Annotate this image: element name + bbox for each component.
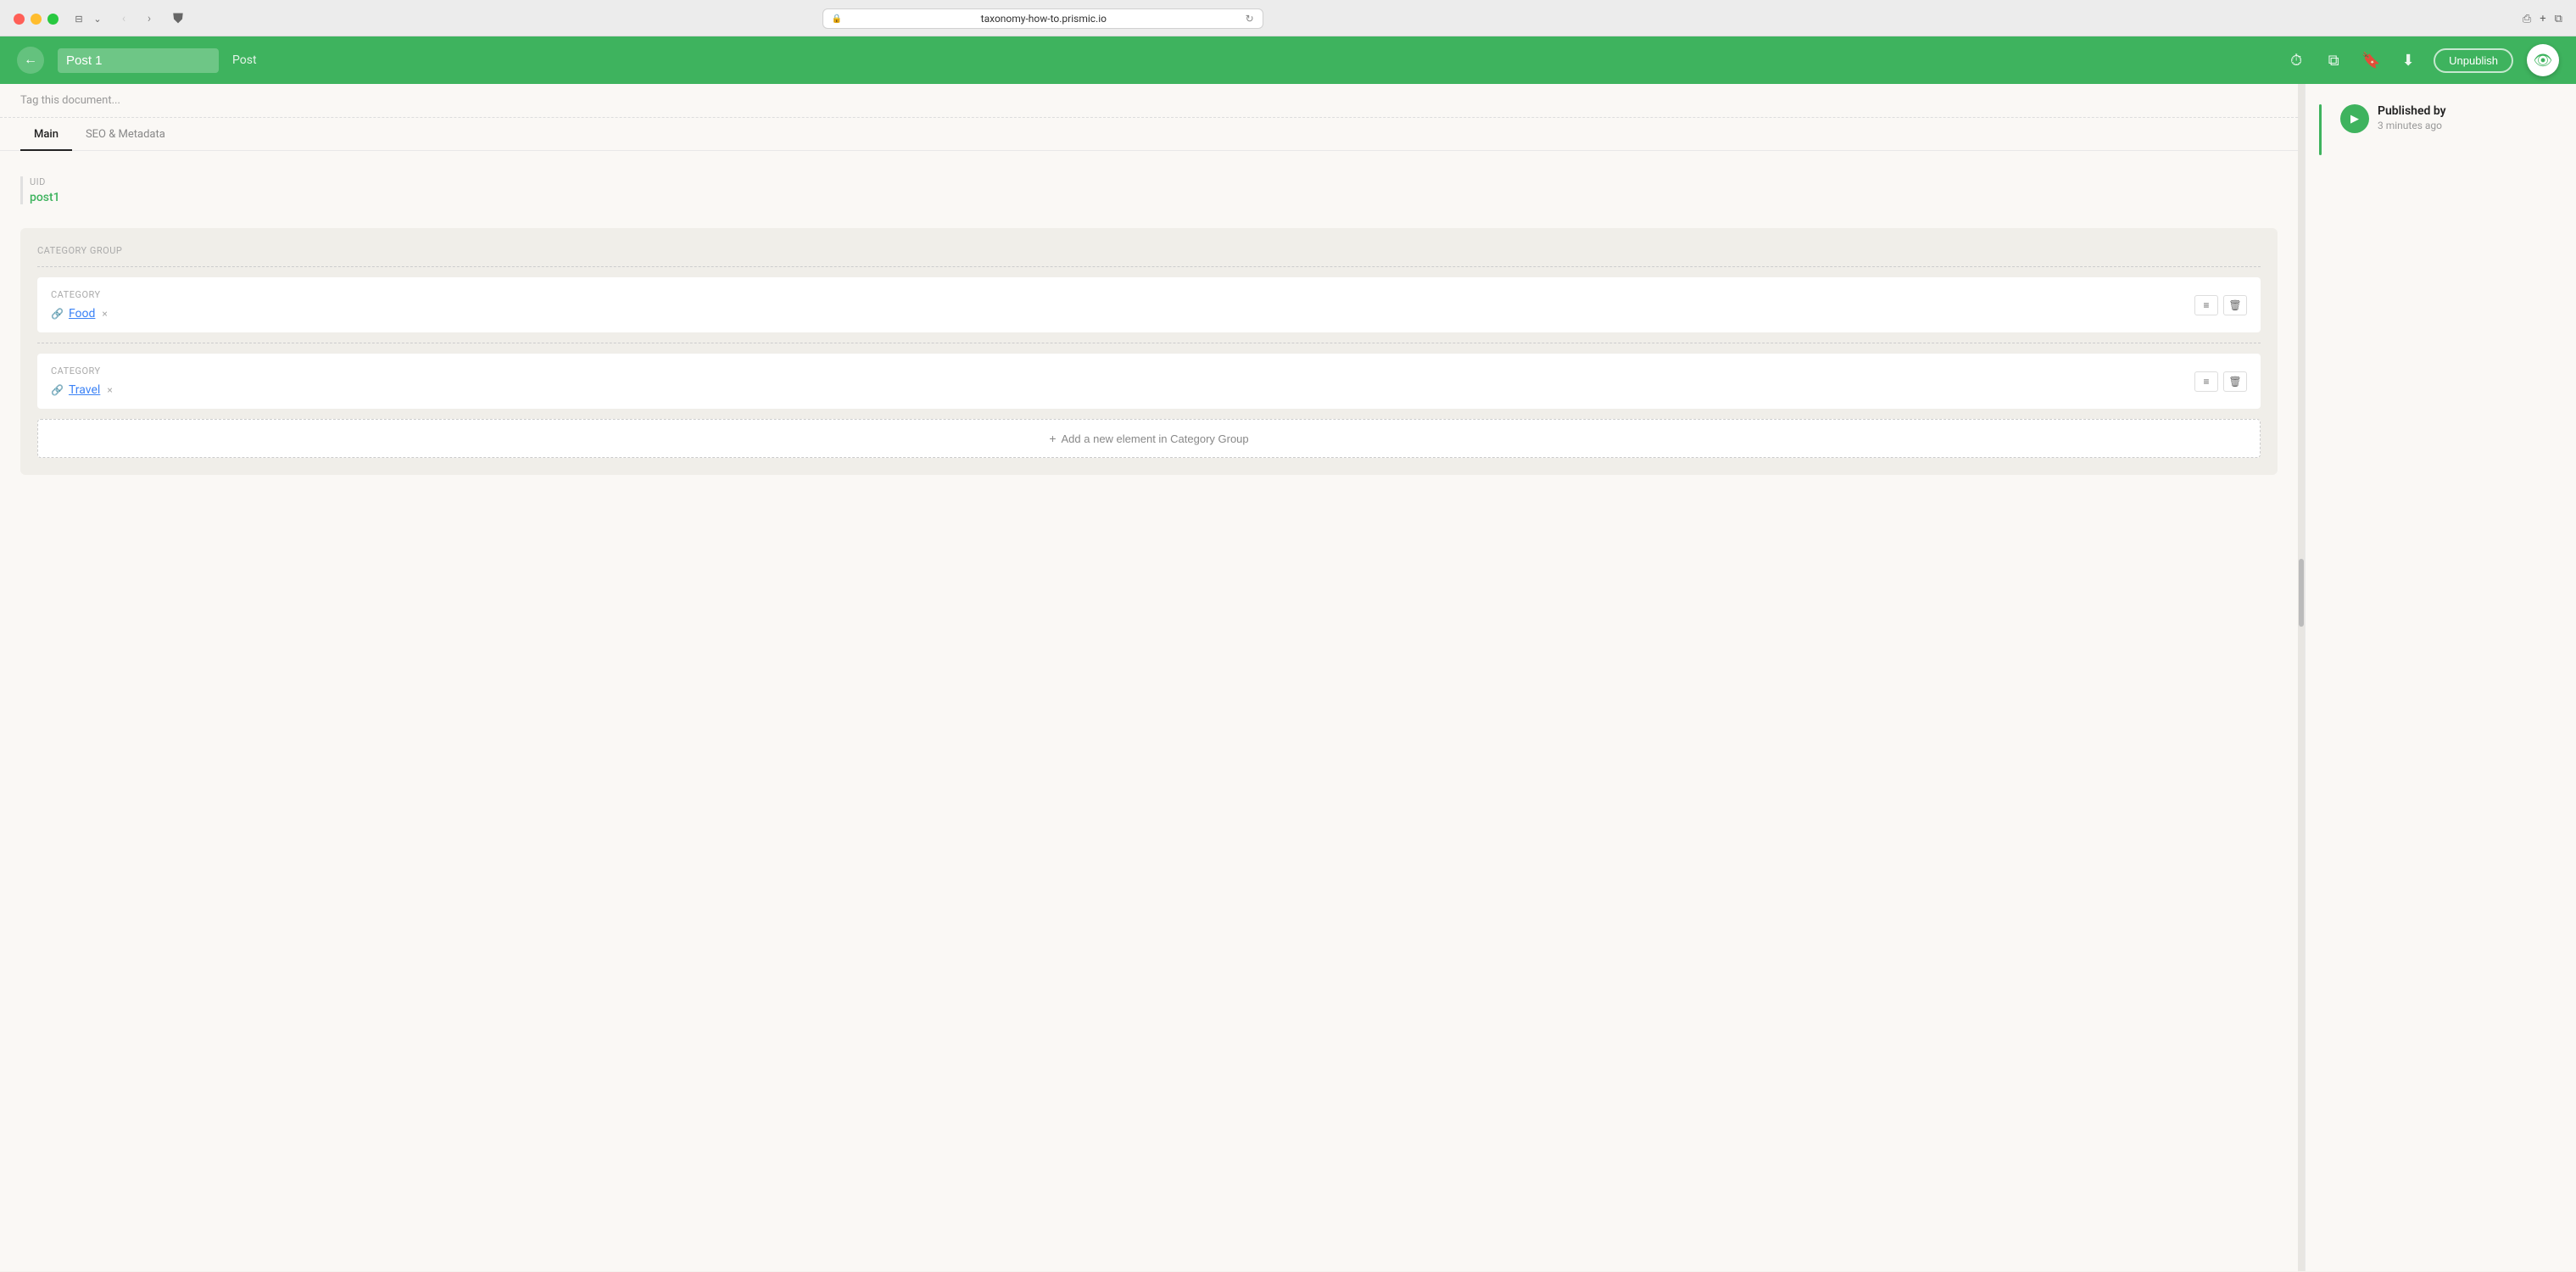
add-element-label: Add a new element in Category Group [1062,432,1249,445]
back-nav-button[interactable]: ‹ [114,9,133,28]
traffic-lights [14,14,59,25]
new-tab-icon[interactable]: + [2540,13,2545,25]
vertical-scrollbar[interactable] [2298,84,2305,1271]
category-group: Category Group Category 🔗 Food × [20,228,2278,475]
lock-icon: 🔒 [832,14,842,24]
browser-nav: ‹ › [114,9,159,28]
minimize-window-button[interactable] [31,14,42,25]
copy-icon: ⧉ [2328,52,2339,70]
drag-handle-button-2[interactable]: ≡ [2194,371,2218,392]
unpublish-button[interactable]: Unpublish [2434,48,2513,73]
forward-nav-button[interactable]: › [140,9,159,28]
reload-icon[interactable]: ↻ [1246,13,1254,25]
tab-seo-metadata[interactable]: SEO & Metadata [72,118,179,151]
category-item: Category 🔗 Food × ≡ [37,277,2261,332]
item-actions: ≡ 🗑 [2194,295,2247,315]
remove-food-button[interactable]: × [102,308,107,320]
drag-handle-button[interactable]: ≡ [2194,295,2218,315]
tag-placeholder: Tag this document... [20,94,120,107]
uid-field: UID post1 [20,176,2278,204]
group-label: Category Group [37,245,2261,256]
uid-label: UID [30,176,2271,187]
tag-bar[interactable]: Tag this document... [0,84,2298,118]
sidebar-toggle-icon[interactable]: ⊟ [72,12,86,25]
unpublish-label: Unpublish [2449,54,2498,67]
shield-icon: ⛊ [169,9,187,28]
published-info: Published by 3 minutes ago [2378,104,2446,131]
header-actions: ⏱ ⧉ 🔖 ⬇ Unpublish 👁 [2284,44,2559,76]
category-item-left-2: Category 🔗 Travel × [51,365,113,397]
tabs-bar: Main SEO & Metadata [0,118,2298,151]
share-icon[interactable]: ⎙ [2523,13,2531,25]
trash-icon: 🗑 [2228,299,2241,311]
content-with-scroll: Tag this document... Main SEO & Metadata… [0,84,2305,1271]
address-bar[interactable]: 🔒 taxonomy-how-to.prismic.io ↻ [822,8,1263,29]
preview-button[interactable]: 👁 [2527,44,2559,76]
bookmark-button[interactable]: 🔖 [2359,48,2383,72]
published-play-button[interactable]: ▶ [2340,104,2369,133]
download-button[interactable]: ⬇ [2396,48,2420,72]
delete-item-button-2[interactable]: 🗑 [2223,371,2247,392]
category-item-header-2: Category 🔗 Travel × ≡ [51,365,2247,397]
published-time: 3 minutes ago [2378,120,2446,131]
published-entry: ▶ Published by 3 minutes ago [2319,101,2562,159]
download-icon: ⬇ [2402,52,2415,70]
chrome-right-buttons: ⎙ + ⧉ [2523,13,2562,25]
history-icon: ⏱ [2290,52,2302,70]
link-icon: 🔗 [51,308,64,320]
remove-travel-button[interactable]: × [107,384,112,396]
sidebar-status-divider [2319,104,2322,155]
right-sidebar: ▶ Published by 3 minutes ago [2305,84,2576,1271]
app-body: Tag this document... Main SEO & Metadata… [0,84,2576,1271]
drag-icon: ≡ [2203,299,2209,311]
play-icon: ▶ [2350,112,2359,126]
link-icon-2: 🔗 [51,384,64,396]
close-window-button[interactable] [14,14,25,25]
category-item-left: Category 🔗 Food × [51,289,108,321]
plus-icon: + [1049,432,1056,445]
back-button[interactable]: ← [17,47,44,74]
back-arrow-icon: ← [24,53,37,68]
fullscreen-window-button[interactable] [47,14,59,25]
url-text: taxonomy-how-to.prismic.io [847,13,1240,25]
category-link-food[interactable]: Food [69,307,95,321]
category-link-travel[interactable]: Travel [69,383,100,397]
content-area: Tag this document... Main SEO & Metadata… [0,84,2298,1271]
add-element-button[interactable]: + Add a new element in Category Group [37,419,2261,458]
scrollbar-thumb[interactable] [2299,559,2304,627]
category-field-label: Category [51,289,108,300]
browser-chrome: ⊟ ⌄ ‹ › ⛊ 🔒 taxonomy-how-to.prismic.io ↻… [0,0,2576,36]
app-header: ← Post ⏱ ⧉ 🔖 ⬇ Unpublish 👁 [0,36,2576,84]
published-by-label: Published by [2378,104,2446,118]
category-value: 🔗 Food × [51,307,108,321]
category-value-2: 🔗 Travel × [51,383,113,397]
history-button[interactable]: ⏱ [2284,48,2308,72]
sidebar-toggle-area: ⊟ ⌄ [72,12,104,25]
tab-main[interactable]: Main [20,118,72,151]
category-item-2: Category 🔗 Travel × ≡ [37,354,2261,409]
bookmark-icon: 🔖 [2361,52,2380,70]
category-field-label-2: Category [51,365,113,377]
content-main: UID post1 Category Group Category 🔗 [0,151,2298,495]
trash-icon-2: 🗑 [2228,376,2241,388]
category-item-header: Category 🔗 Food × ≡ [51,289,2247,321]
doc-title-area: Post [58,48,257,73]
copy-button[interactable]: ⧉ [2322,48,2345,72]
chevron-down-icon[interactable]: ⌄ [91,12,104,25]
doc-title-input[interactable] [58,48,219,73]
drag-icon-2: ≡ [2203,376,2209,388]
group-divider [37,266,2261,267]
doc-type-label: Post [232,53,257,67]
delete-item-button[interactable]: 🗑 [2223,295,2247,315]
item-actions-2: ≡ 🗑 [2194,371,2247,392]
eye-icon: 👁 [2534,52,2553,70]
uid-value: post1 [30,191,2271,204]
tabs-overview-icon[interactable]: ⧉ [2555,13,2562,25]
